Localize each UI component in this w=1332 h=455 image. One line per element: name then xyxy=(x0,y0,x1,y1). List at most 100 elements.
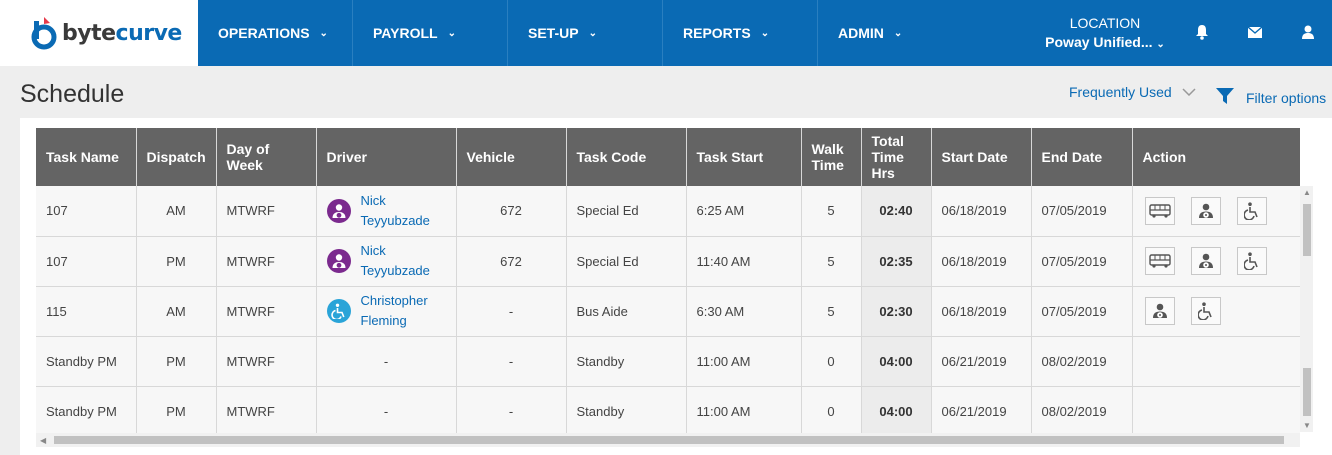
action-cell xyxy=(1132,386,1300,437)
start-date-cell: 06/21/2019 xyxy=(931,336,1032,387)
action-cell xyxy=(1132,286,1300,337)
nav-payroll[interactable]: PAYROLL ⌄ xyxy=(353,0,508,66)
column-header-end-date[interactable]: End Date xyxy=(1031,128,1133,186)
walk-time-cell: 0 xyxy=(801,336,862,387)
walk-time-cell: 5 xyxy=(801,286,862,337)
vertical-scrollbar-lower[interactable]: ▼ xyxy=(1300,332,1313,432)
wheelchair-icon xyxy=(1243,252,1260,270)
start-date-cell: 06/18/2019 xyxy=(931,236,1032,287)
dispatch-cell: PM xyxy=(136,386,217,437)
vertical-scroll-thumb-lower[interactable] xyxy=(1303,368,1311,416)
total-time-cell: 04:00 xyxy=(861,386,932,437)
end-date-cell: 07/05/2019 xyxy=(1031,286,1133,337)
location-selector[interactable]: LOCATION Poway Unified... ⌄ xyxy=(1040,14,1170,54)
driver-name-link[interactable]: Nick Teyyubzade xyxy=(361,191,430,231)
day-of-week-cell: MTWRF xyxy=(216,286,317,337)
driver-action-button[interactable] xyxy=(1144,297,1175,325)
filter-icon xyxy=(1216,88,1234,104)
action-cell xyxy=(1132,186,1300,237)
brand-name: bytecurve xyxy=(62,20,182,46)
user-icon[interactable] xyxy=(1298,22,1318,42)
scroll-left-icon[interactable]: ◀ xyxy=(40,436,46,445)
envelope-icon[interactable] xyxy=(1245,22,1265,42)
brand-logo[interactable]: bytecurve xyxy=(0,0,198,66)
wheelchair-icon xyxy=(326,299,351,323)
walk-time-cell: 5 xyxy=(801,186,862,237)
action-cell xyxy=(1132,236,1300,287)
column-header-task-start[interactable]: Task Start xyxy=(686,128,802,186)
column-header-task-code[interactable]: Task Code xyxy=(566,128,687,186)
driver-last-name: Teyyubzade xyxy=(360,263,430,278)
driver-icon xyxy=(1198,203,1214,219)
driver-empty-value: - xyxy=(383,403,389,419)
column-header-walk-time[interactable]: Walk Time xyxy=(801,128,862,186)
table-row[interactable]: 115 AM MTWRF Christopher Fleming - Bus Aide 6:3… xyxy=(36,286,1300,337)
driver-first-name: Nick xyxy=(360,192,386,208)
driver-first-name: Nick xyxy=(360,243,386,258)
column-header-vehicle[interactable]: Vehicle xyxy=(456,128,567,186)
chevron-down-icon: ⌄ xyxy=(319,27,328,39)
nav-operations[interactable]: OPERATIONS ⌄ xyxy=(198,0,353,66)
vehicle-cell: 672 xyxy=(456,186,567,237)
walk-time-cell: 5 xyxy=(801,236,862,287)
driver-action-button[interactable] xyxy=(1190,196,1221,225)
total-time-cell: 02:35 xyxy=(861,236,932,287)
driver-name-link[interactable]: Nick Teyyubzade xyxy=(361,241,430,281)
horizontal-scroll-thumb[interactable] xyxy=(54,436,1284,444)
dispatch-cell: AM xyxy=(136,286,217,337)
column-header-start-date[interactable]: Start Date xyxy=(931,128,1032,186)
wheelchair-action-button[interactable] xyxy=(1236,196,1267,225)
frequently-used-label: Frequently Used xyxy=(1069,84,1172,100)
column-header-dispatch[interactable]: Dispatch xyxy=(136,128,217,186)
table-row[interactable]: Standby PM PM MTWRF - - Standby 11:00 AM 0 04:00… xyxy=(36,386,1300,437)
driver-cell: Christopher Fleming xyxy=(316,286,457,337)
main-nav: OPERATIONS ⌄ PAYROLL ⌄ SET-UP ⌄ REPORTS ⌄ AD… xyxy=(198,0,973,66)
column-header-driver[interactable]: Driver xyxy=(316,128,457,186)
wheelchair-action-button[interactable] xyxy=(1190,297,1221,325)
driver-name-link[interactable]: Christopher Fleming xyxy=(361,291,428,331)
wheelchair-action-button[interactable] xyxy=(1236,247,1267,275)
dispatch-cell: PM xyxy=(136,336,217,387)
nav-reports[interactable]: REPORTS ⌄ xyxy=(663,0,818,66)
row-actions xyxy=(1143,247,1291,275)
task-start-cell: 11:00 AM xyxy=(686,386,802,437)
column-header-task-name[interactable]: Task Name xyxy=(36,128,137,186)
frequently-used-dropdown[interactable]: Frequently Used xyxy=(1069,84,1196,100)
task-name-cell: 107 xyxy=(36,186,137,237)
bus-action-button[interactable] xyxy=(1144,196,1175,225)
task-code-cell: Standby xyxy=(566,336,687,387)
scroll-up-icon[interactable]: ▲ xyxy=(1303,188,1311,197)
vehicle-cell: - xyxy=(456,336,567,387)
nav-admin[interactable]: ADMIN ⌄ xyxy=(818,0,973,66)
column-header-day-of-week[interactable]: Day of Week xyxy=(216,128,317,186)
action-cell xyxy=(1132,336,1300,387)
column-header-total-time[interactable]: Total Time Hrs xyxy=(861,128,932,186)
task-name-cell: 115 xyxy=(36,286,137,337)
total-time-cell: 04:00 xyxy=(861,336,932,387)
total-time-cell: 02:30 xyxy=(861,286,932,337)
bell-icon[interactable] xyxy=(1192,22,1212,42)
filter-options-button[interactable]: Filter options xyxy=(1215,86,1326,106)
table-row[interactable]: Standby PM PM MTWRF - - Standby 11:00 AM 0 04:00… xyxy=(36,336,1300,387)
chevron-down-icon: ⌄ xyxy=(893,27,903,39)
top-navigation-bar: bytecurve OPERATIONS ⌄ PAYROLL ⌄ SET-UP ⌄ R… xyxy=(0,0,1332,66)
location-value: Poway Unified... xyxy=(1045,34,1153,50)
table-row[interactable]: 107 AM MTWRF Nick Teyyubzade 672 Special Ed 6:2… xyxy=(36,186,1300,237)
vertical-scroll-thumb[interactable] xyxy=(1303,204,1311,256)
driver-last-name: Fleming xyxy=(360,313,407,328)
bus-action-button[interactable] xyxy=(1144,247,1175,275)
start-date-cell: 06/18/2019 xyxy=(931,286,1032,337)
horizontal-scrollbar[interactable]: ◀ xyxy=(36,433,1300,447)
chevron-down-icon: ⌄ xyxy=(1156,39,1165,50)
driver-empty-value: - xyxy=(383,353,389,369)
vehicle-cell: 672 xyxy=(456,236,567,287)
day-of-week-cell: MTWRF xyxy=(216,386,317,437)
table-row[interactable]: 107 PM MTWRF Nick Teyyubzade 672 Special Ed 11:… xyxy=(36,236,1300,287)
vehicle-cell: - xyxy=(456,386,567,437)
scroll-down-icon[interactable]: ▼ xyxy=(1303,421,1311,430)
task-name-cell: Standby PM xyxy=(36,336,137,387)
nav-setup[interactable]: SET-UP ⌄ xyxy=(508,0,663,66)
driver-action-button[interactable] xyxy=(1190,247,1221,275)
page-title: Schedule xyxy=(20,80,125,108)
chevron-down-icon: ⌄ xyxy=(760,27,770,39)
